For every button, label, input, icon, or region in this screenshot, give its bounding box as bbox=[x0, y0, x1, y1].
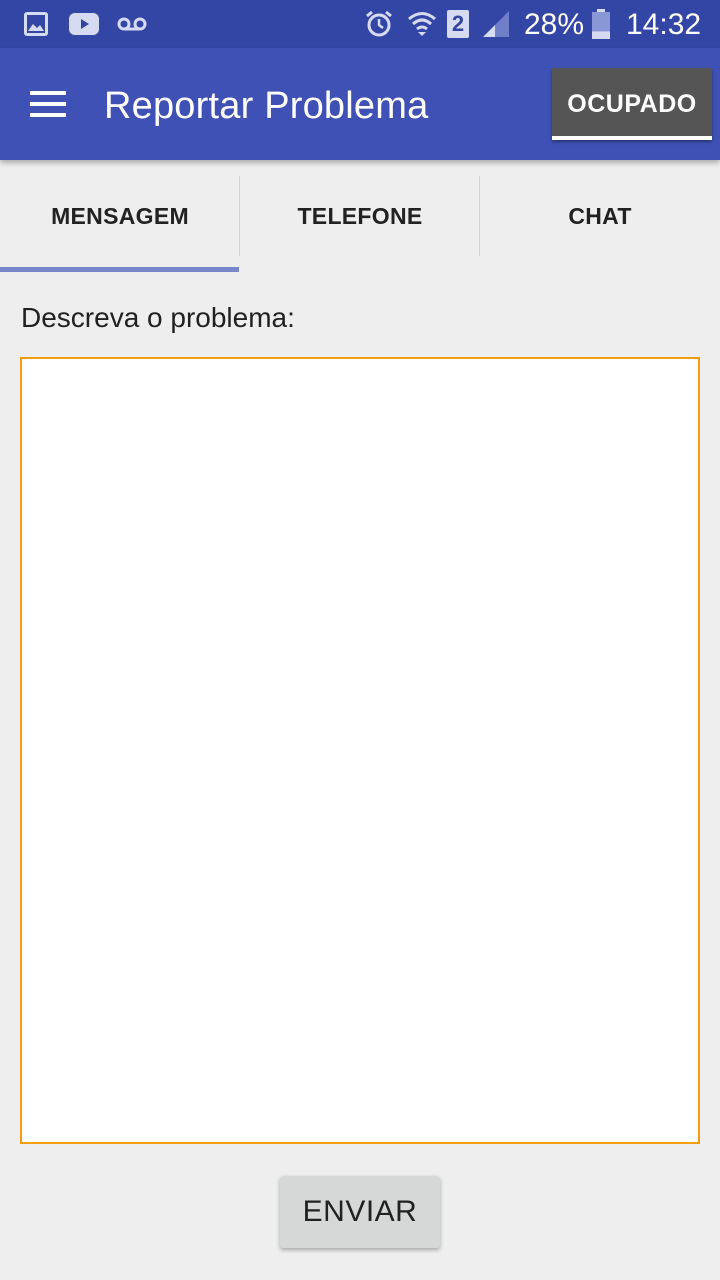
wifi-icon bbox=[406, 0, 438, 48]
youtube-icon bbox=[68, 0, 100, 48]
tab-mensagem[interactable]: MENSAGEM bbox=[0, 160, 240, 272]
page-title: Reportar Problema bbox=[104, 85, 429, 127]
send-button[interactable]: ENVIAR bbox=[280, 1176, 440, 1248]
cell-signal-icon bbox=[480, 0, 512, 48]
voicemail-icon bbox=[116, 0, 148, 48]
tab-telefone[interactable]: TELEFONE bbox=[240, 160, 480, 272]
sim-2-icon: 2 bbox=[446, 0, 470, 48]
problem-description-label: Descreva o problema: bbox=[21, 302, 295, 333]
tab-chat[interactable]: CHAT bbox=[480, 160, 720, 272]
hamburger-menu-icon[interactable] bbox=[14, 72, 82, 136]
alarm-icon bbox=[364, 0, 394, 48]
gallery-icon bbox=[22, 0, 50, 48]
tab-bar: MENSAGEM TELEFONE CHAT bbox=[0, 160, 720, 272]
busy-status-button[interactable]: OCUPADO bbox=[552, 68, 712, 140]
status-bar: 2 28% 14:32 bbox=[0, 0, 720, 48]
app-bar: Reportar Problema OCUPADO bbox=[0, 48, 720, 160]
tab-selected-indicator bbox=[0, 267, 239, 272]
battery-percentage: 28% bbox=[524, 8, 585, 41]
battery-icon bbox=[590, 0, 612, 48]
problem-description-input[interactable] bbox=[20, 357, 700, 1144]
clock: 14:32 bbox=[626, 8, 702, 41]
